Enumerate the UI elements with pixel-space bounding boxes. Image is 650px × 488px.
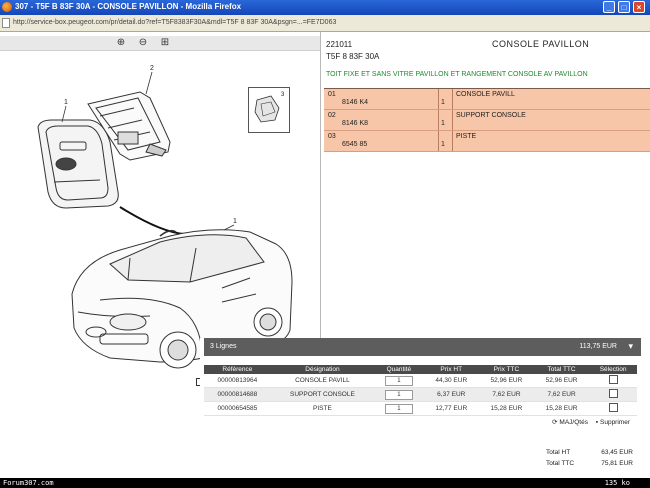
total-ht-label: Total HT (546, 449, 571, 456)
cart-row: 00000813964 CONSOLE PAVILL 1 44,30 EUR 5… (204, 374, 637, 388)
cart-price-ht: 12,77 EUR (423, 401, 479, 416)
cart-price-ttc: 15,28 EUR (478, 401, 534, 416)
total-ttc-value: 75,81 EUR (601, 460, 633, 467)
callout-car: 1 (233, 218, 237, 225)
svg-text:3: 3 (281, 92, 285, 98)
url-text[interactable]: http://service-box.peugeot.com/pr/detail… (13, 19, 336, 26)
col-designation: Désignation (270, 365, 375, 374)
select-checkbox[interactable] (608, 389, 618, 398)
cart-header[interactable]: 3 Lignes 113,75 EUR ▾ (204, 338, 641, 356)
window-title-bar: 307 - T5F B 83F 30A - CONSOLE PAVILLON -… (0, 0, 650, 15)
col-reference: Référence (204, 365, 271, 374)
row-name: SUPPORT CONSOLE (456, 112, 526, 119)
cart-ref: 00000654585 (204, 401, 271, 416)
row-reference: 8146 K4 (342, 99, 369, 106)
maximize-button[interactable]: □ (618, 1, 630, 13)
cart-designation: SUPPORT CONSOLE (270, 387, 375, 402)
parts-row[interactable]: 01 8146 K4 1 CONSOLE PAVILL (324, 89, 650, 110)
cart-total-ttc: 15,28 EUR (534, 401, 590, 416)
collapse-arrow-icon[interactable]: ▾ (628, 341, 633, 352)
cart-price-ttc: 52,96 EUR (478, 374, 534, 388)
update-quantities-button[interactable]: MAJ/Qtés (559, 419, 588, 426)
watermark-site: Forum307.com (3, 479, 54, 487)
parts-row[interactable]: 02 8146 K8 1 SUPPORT CONSOLE (324, 110, 650, 131)
quantity-input[interactable]: 1 (384, 389, 413, 400)
cart-line-count: 3 Lignes (210, 343, 237, 350)
cart-designation: CONSOLE PAVILL (270, 374, 375, 388)
cart-header-total: 113,75 EUR (579, 343, 617, 350)
total-ttc-label: Total TTC (546, 460, 575, 467)
quantity-input[interactable]: 1 (384, 375, 413, 386)
col-price-ht: Prix HT (423, 365, 479, 374)
trash-icon[interactable]: ▪ (596, 419, 598, 426)
part-reference: 221011 (326, 40, 353, 49)
image-footer: Forum307.com 135 ko (0, 478, 650, 488)
row-number: 02 (328, 112, 336, 119)
quantity-input[interactable]: 1 (384, 403, 413, 414)
row-number: 03 (328, 133, 336, 140)
callout-2: 2 (150, 65, 154, 72)
row-quantity: 1 (441, 120, 445, 127)
cart-ref: 00000813964 (204, 374, 271, 388)
part-title: CONSOLE PAVILLON (492, 39, 590, 49)
total-ht-value: 63,45 EUR (601, 449, 633, 456)
cart-total-ttc: 52,96 EUR (534, 374, 590, 388)
cart-price-ht: 6,37 EUR (423, 387, 479, 402)
col-price-ttc: Prix TTC (478, 365, 534, 374)
row-quantity: 1 (441, 99, 445, 106)
file-size: 135 ko (604, 479, 630, 487)
page-icon (2, 18, 10, 28)
cart-totals: Total HT 63,45 EUR Total TTC 75,81 EUR (546, 449, 641, 471)
minimize-button[interactable]: _ (603, 1, 615, 13)
cart-panel: 3 Lignes 113,75 EUR ▾ Référence Désignat… (200, 338, 645, 478)
cart-ref: 00000814688 (204, 387, 271, 402)
window-title: 307 - T5F B 83F 30A - CONSOLE PAVILLON -… (15, 2, 242, 11)
cart-price-ttc: 7,62 EUR (478, 387, 534, 402)
select-checkbox[interactable] (608, 375, 618, 384)
row-name: PISTE (456, 133, 477, 140)
cart-row: 00000814688 SUPPORT CONSOLE 1 6,37 EUR 7… (204, 387, 637, 402)
part-description: TOIT FIXE ET SANS VITRE PAVILLON ET RANG… (326, 71, 588, 78)
cart-designation: PISTE (270, 401, 375, 416)
col-selection: Sélection (589, 365, 637, 374)
model-code: T5F 8 83F 30A (326, 52, 380, 61)
close-button[interactable]: × (633, 1, 645, 13)
delete-button[interactable]: Supprimer (600, 419, 630, 426)
callout-1: 1 (64, 99, 68, 106)
cart-actions: ⟳ MAJ/Qtés ▪ Supprimer (552, 418, 630, 426)
row-number: 01 (328, 91, 336, 98)
cart-row: 00000654585 PISTE 1 12,77 EUR 15,28 EUR … (204, 401, 637, 416)
parts-table: 01 8146 K4 1 CONSOLE PAVILL 02 8146 K8 1… (324, 88, 650, 152)
col-quantity: Quantité (374, 365, 424, 374)
inset-detail: 3 (248, 87, 290, 133)
cart-table: Référence Désignation Quantité Prix HT P… (204, 365, 637, 416)
address-bar[interactable]: http://service-box.peugeot.com/pr/detail… (0, 15, 650, 32)
row-quantity: 1 (441, 141, 445, 148)
row-reference: 8146 K8 (342, 120, 369, 127)
cart-price-ht: 44,30 EUR (423, 374, 479, 388)
col-total-ttc: Total TTC (534, 365, 590, 374)
firefox-icon (2, 2, 12, 12)
refresh-icon[interactable]: ⟳ (552, 419, 557, 426)
row-reference: 6545 85 (342, 141, 368, 148)
parts-row[interactable]: 03 6545 85 1 PISTE (324, 131, 650, 152)
row-name: CONSOLE PAVILL (456, 91, 515, 98)
cart-total-ttc: 7,62 EUR (534, 387, 590, 402)
select-checkbox[interactable] (608, 403, 618, 412)
